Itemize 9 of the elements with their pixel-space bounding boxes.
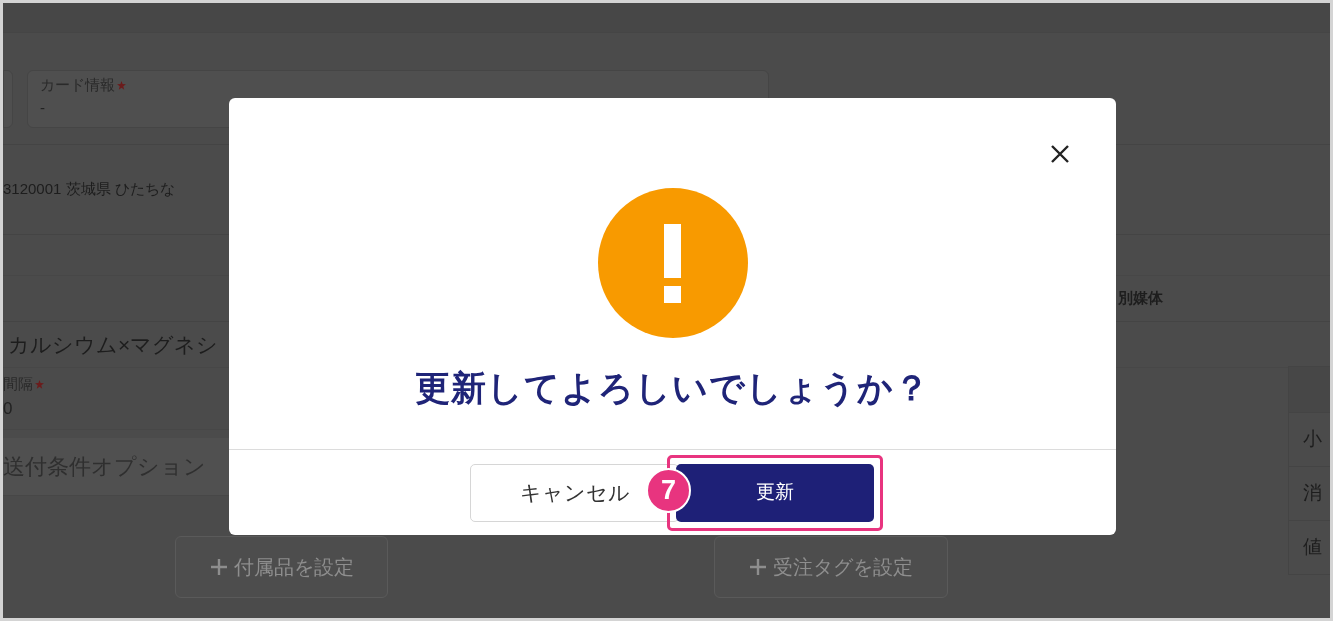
dialog-title: 更新してよろしいでしょうか？ — [415, 367, 930, 410]
close-icon — [1050, 144, 1070, 164]
plus-icon — [209, 558, 228, 576]
plus-icon — [749, 558, 767, 576]
warning-icon — [597, 188, 748, 338]
add-button[interactable]: 付属品を設定 — [175, 536, 388, 598]
add-button[interactable]: 受注タグを設定 — [714, 536, 948, 598]
field-value: - — [40, 97, 46, 118]
update-button[interactable]: 更新 — [676, 463, 874, 522]
